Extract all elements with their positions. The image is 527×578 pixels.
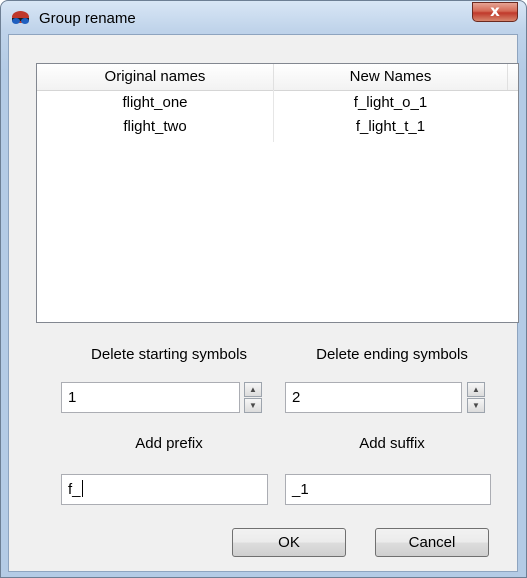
delete-end-input[interactable]: 2	[285, 382, 462, 413]
arrow-down-icon[interactable]: ▼	[244, 398, 262, 413]
delete-end-spinner[interactable]: ▲ ▼	[467, 382, 485, 413]
delete-start-input[interactable]: 1	[61, 382, 240, 413]
prefix-input[interactable]: f_	[61, 474, 268, 505]
arrow-up-icon[interactable]: ▲	[467, 382, 485, 397]
original-name-cell: flight_two	[123, 118, 187, 135]
table-row[interactable]: flight_one f_light_o_1	[37, 91, 507, 115]
dialog-body: Original names New Names flight_one f_li…	[8, 34, 519, 572]
delete-start-label: Delete starting symbols	[91, 346, 247, 363]
title-bar[interactable]: Group rename x	[1, 1, 526, 35]
cancel-button[interactable]: Cancel	[375, 528, 489, 557]
table-header: Original names New Names	[37, 64, 518, 91]
prefix-label: Add prefix	[135, 435, 203, 452]
delete-end-label: Delete ending symbols	[316, 346, 468, 363]
arrow-up-icon[interactable]: ▲	[244, 382, 262, 397]
close-icon: x	[490, 2, 500, 20]
new-name-cell: f_light_t_1	[355, 118, 426, 135]
window-title: Group rename	[39, 10, 136, 27]
sunglasses-icon	[12, 11, 29, 24]
prefix-value: f_	[68, 481, 81, 498]
close-button[interactable]: x	[472, 2, 518, 22]
table-row[interactable]: flight_two f_light_t_1	[37, 115, 507, 139]
group-rename-window: Group rename x Original names New Names …	[0, 0, 527, 578]
arrow-down-icon[interactable]: ▼	[467, 398, 485, 413]
text-cursor	[81, 480, 83, 497]
column-header-new[interactable]: New Names	[274, 64, 508, 90]
original-name-cell: flight_one	[122, 94, 188, 111]
names-table[interactable]: Original names New Names flight_one f_li…	[36, 63, 519, 323]
ok-button[interactable]: OK	[232, 528, 346, 557]
delete-start-spinner[interactable]: ▲ ▼	[244, 382, 262, 413]
suffix-label: Add suffix	[359, 435, 425, 452]
column-header-original[interactable]: Original names	[37, 64, 274, 90]
new-name-cell: f_light_o_1	[353, 94, 428, 111]
suffix-input[interactable]: _1	[285, 474, 491, 505]
